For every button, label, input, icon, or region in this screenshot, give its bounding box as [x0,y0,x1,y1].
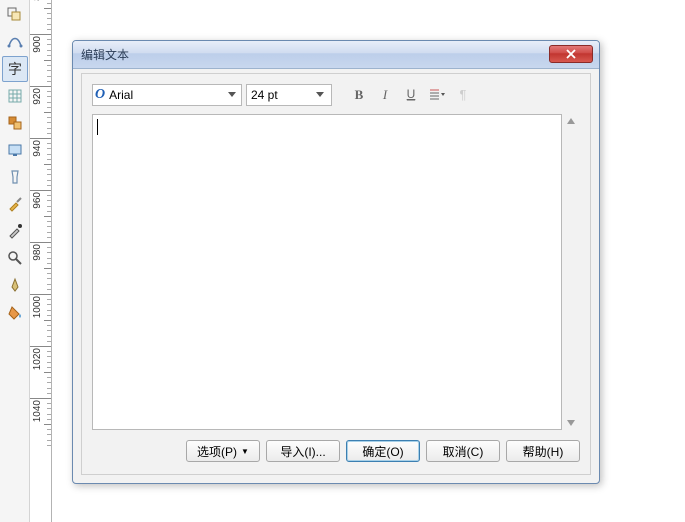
options-button[interactable]: 选项(P) ▼ [186,440,260,462]
ruler-tick-label: 1020 [32,348,43,370]
dialog-titlebar[interactable]: 编辑文本 [73,41,599,69]
close-button[interactable] [549,45,593,63]
dialog-button-row: 选项(P) ▼ 导入(I)... 确定(O) 取消(C) 帮助(H) [92,440,580,462]
tool-screen[interactable] [2,137,28,163]
svg-text:字: 字 [8,62,22,77]
toolbox-panel: 字 [0,0,30,522]
text-editor-wrap [92,114,580,430]
chevron-down-icon: ▼ [241,447,249,456]
cancel-button[interactable]: 取消(C) [426,440,500,462]
help-button[interactable]: 帮助(H) [506,440,580,462]
font-family-combo[interactable]: O Arial [92,84,242,106]
pilcrow-button: ¶ [452,84,474,106]
scroll-up-icon[interactable] [564,114,578,128]
chevron-down-icon [313,86,327,104]
font-size-combo[interactable]: 24 pt [246,84,332,106]
italic-button[interactable]: I [374,84,396,106]
svg-text:I: I [382,88,388,102]
edit-text-dialog: 编辑文本 O Arial 24 pt B I U ¶ [72,40,600,484]
tool-color-picker[interactable] [2,218,28,244]
tool-fill[interactable] [2,299,28,325]
ok-button[interactable]: 确定(O) [346,440,420,462]
ruler-tick-label: 960 [32,192,43,209]
tool-text[interactable]: 字 [2,56,28,82]
ruler-tick-label: 980 [32,244,43,261]
tool-glass[interactable] [2,164,28,190]
text-editor[interactable] [92,114,562,430]
dialog-body: O Arial 24 pt B I U ¶ 选项(P)▼ 导入(I) [81,73,591,475]
tool-swap[interactable] [2,110,28,136]
ruler-tick-label: 880 [32,0,43,1]
tool-paste-into[interactable] [2,2,28,28]
tool-zoom[interactable] [2,245,28,271]
vertical-ruler: 880 900 920 940 960 980 1000 1020 1040 [30,0,52,522]
ruler-tick-label: 1040 [32,400,43,422]
ruler-tick-label: 920 [32,88,43,105]
underline-button[interactable]: U [400,84,422,106]
text-format-toolbar: O Arial 24 pt B I U ¶ [92,84,580,106]
svg-text:B: B [355,88,364,102]
tool-brush[interactable] [2,191,28,217]
ruler-tick-label: 900 [32,36,43,53]
tool-bezier[interactable] [2,29,28,55]
tool-grid[interactable] [2,83,28,109]
font-family-value: Arial [109,88,225,102]
dialog-title: 编辑文本 [81,46,129,63]
options-label: 选项(P) [197,443,237,460]
svg-text:¶: ¶ [460,88,467,102]
scroll-down-icon[interactable] [564,416,578,430]
ruler-tick-label: 1000 [32,296,43,318]
text-scrollbar[interactable] [564,114,580,430]
align-button[interactable] [426,84,448,106]
bold-button[interactable]: B [348,84,370,106]
chevron-down-icon [225,86,239,104]
tool-pen[interactable] [2,272,28,298]
ruler-tick-label: 940 [32,140,43,157]
import-button[interactable]: 导入(I)... [266,440,340,462]
text-caret [97,119,98,135]
svg-text:U: U [407,88,416,101]
font-size-value: 24 pt [251,88,313,102]
font-preview-icon: O [95,87,105,103]
